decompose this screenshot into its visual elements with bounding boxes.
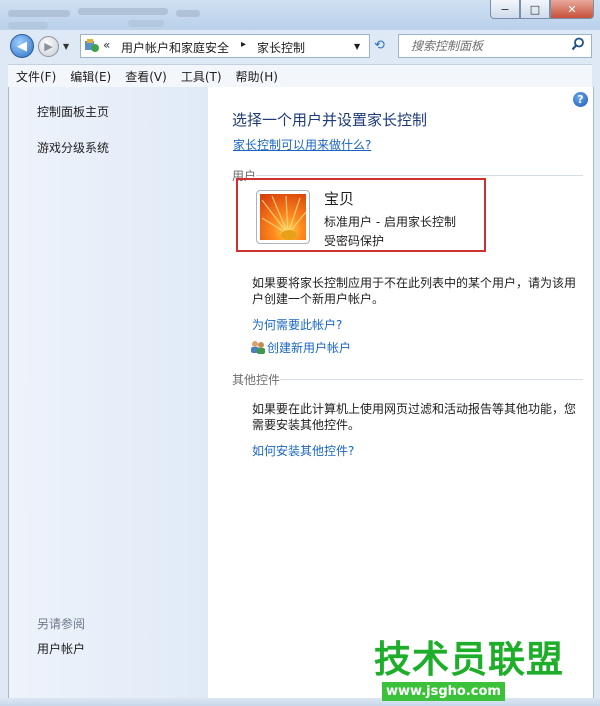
watermark-url: www.jsgho.com xyxy=(382,682,505,701)
blurred-title xyxy=(8,6,308,29)
search-icon[interactable] xyxy=(571,37,585,55)
back-button[interactable]: ◀ xyxy=(10,34,34,58)
breadcrumb-separator[interactable]: ▸ xyxy=(241,39,246,50)
sidebar-item-user-accounts[interactable]: 用户帐户 xyxy=(37,640,85,657)
address-bar[interactable]: « 用户帐户和家庭安全 ▸ 家长控制 ▼ xyxy=(80,34,370,58)
breadcrumb-parental-controls[interactable]: 家长控制 xyxy=(257,39,305,56)
menu-view[interactable]: 查看(V) xyxy=(117,65,173,87)
menu-bar: 文件(F) 编辑(E) 查看(V) 工具(T) 帮助(H) xyxy=(8,64,592,88)
forward-button[interactable]: ▶ xyxy=(38,36,59,57)
address-dropdown-icon[interactable]: ▼ xyxy=(354,42,360,51)
menu-tools[interactable]: 工具(T) xyxy=(173,65,228,87)
minimize-button[interactable]: − xyxy=(490,0,520,19)
breadcrumb-user-accounts[interactable]: 用户帐户和家庭安全 xyxy=(121,39,229,56)
see-also-label: 另请参阅 xyxy=(37,617,86,631)
refresh-icon[interactable]: ⟲ xyxy=(374,38,385,53)
sidebar-item-game-ratings[interactable]: 游戏分级系统 xyxy=(37,139,109,156)
menu-edit[interactable]: 编辑(E) xyxy=(62,65,117,87)
other-controls-description: 如果要在此计算机上使用网页过滤和活动报告等其他功能，您需要安装其他控件。 xyxy=(252,402,577,432)
create-new-account-link[interactable]: 创建新用户帐户 xyxy=(267,339,351,356)
close-button[interactable]: ✕ xyxy=(550,0,594,19)
title-bar: − □ ✕ xyxy=(0,0,600,30)
user-status: 标准用户 - 启用家长控制 xyxy=(324,215,456,229)
search-box[interactable] xyxy=(398,34,592,58)
sidebar: 控制面板主页 游戏分级系统 另请参阅 用户帐户 xyxy=(9,87,208,698)
users-divider xyxy=(256,175,583,176)
menu-file[interactable]: 文件(F) xyxy=(8,65,62,87)
recent-pages-dropdown[interactable]: ▼ xyxy=(63,42,69,51)
page-title: 选择一个用户并设置家长控制 xyxy=(232,111,428,129)
control-panel-icon xyxy=(84,38,100,58)
watermark-text: 技术员联盟 xyxy=(374,638,564,681)
user-password-status: 受密码保护 xyxy=(324,234,385,248)
add-user-description: 如果要将家长控制应用于不在此列表中的某个用户，请为该用户创建一个新用户帐户。 xyxy=(252,276,577,306)
user-tile[interactable]: 宝贝 标准用户 - 启用家长控制 受密码保护 xyxy=(236,178,486,252)
menu-help[interactable]: 帮助(H) xyxy=(228,65,284,87)
other-controls-section-title: 其他控件 xyxy=(232,373,281,387)
what-can-parental-controls-do-link[interactable]: 家长控制可以用来做什么? xyxy=(233,136,371,153)
install-other-controls-link[interactable]: 如何安装其他控件? xyxy=(252,442,354,459)
search-input[interactable] xyxy=(411,38,561,54)
avatar xyxy=(256,190,310,244)
other-controls-divider xyxy=(280,379,583,380)
window-bottom-border xyxy=(0,698,600,706)
breadcrumb-overflow[interactable]: « xyxy=(103,38,110,52)
user-name: 宝贝 xyxy=(324,190,355,208)
content-area: 控制面板主页 游戏分级系统 另请参阅 用户帐户 ? 选择一个用户并设置家长控制 … xyxy=(8,87,594,698)
why-need-account-link[interactable]: 为何需要此帐户? xyxy=(252,316,342,333)
help-icon[interactable]: ? xyxy=(573,92,588,107)
navigation-bar: ◀ ▶ ▼ « 用户帐户和家庭安全 ▸ 家长控制 ▼ ⟲ xyxy=(0,30,600,62)
sidebar-item-control-panel-home[interactable]: 控制面板主页 xyxy=(37,103,109,120)
maximize-button[interactable]: □ xyxy=(520,0,550,19)
main-panel: ? 选择一个用户并设置家长控制 家长控制可以用来做什么? 用户 宝贝 标准用户 … xyxy=(208,87,593,698)
users-icon xyxy=(250,339,266,358)
